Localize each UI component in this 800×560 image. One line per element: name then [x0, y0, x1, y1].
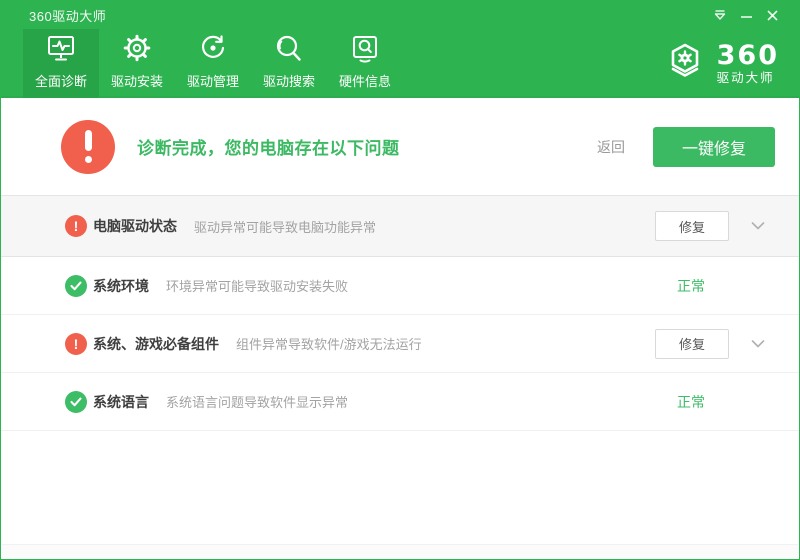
back-link[interactable]: 返回 [597, 137, 625, 157]
brand-logo: 360 驱动大师 [665, 29, 779, 98]
main-nav: 全面诊断 驱动安装 [1, 29, 799, 98]
issue-description: 组件异常导致软件/游戏无法运行 [236, 334, 422, 353]
fix-button[interactable]: 修复 [655, 329, 729, 359]
tab-full-diagnosis[interactable]: 全面诊断 [23, 29, 99, 98]
issue-title: 系统语言 [93, 392, 149, 412]
fix-all-button[interactable]: 一键修复 [653, 127, 775, 167]
footer-strip [2, 544, 798, 559]
issue-title: 系统、游戏必备组件 [93, 334, 219, 354]
status-normal-label: 正常 [653, 276, 729, 296]
issue-row-system-language: 系统语言 系统语言问题导致软件显示异常 正常 [1, 373, 799, 431]
tray-arrow-icon[interactable] [707, 3, 733, 27]
tab-hardware-info[interactable]: 硬件信息 [327, 29, 403, 98]
issue-row-system-env: 系统环境 环境异常可能导致驱动安装失败 正常 [1, 257, 799, 315]
tab-label: 全面诊断 [35, 71, 87, 90]
fix-button[interactable]: 修复 [655, 211, 729, 241]
ok-check-icon [65, 391, 87, 413]
issue-row-components: ! 系统、游戏必备组件 组件异常导致软件/游戏无法运行 修复 [1, 315, 799, 373]
gear-icon [121, 31, 153, 67]
tab-label: 驱动安装 [111, 71, 163, 90]
issue-list: ! 电脑驱动状态 驱动异常可能导致电脑功能异常 修复 系统环境 环境异常可能导致… [1, 196, 799, 431]
diagnosis-monitor-icon [45, 31, 77, 67]
tab-driver-manage[interactable]: 驱动管理 [175, 29, 251, 98]
hexagon-gear-icon [665, 38, 709, 89]
tab-driver-search[interactable]: 驱动搜索 [251, 29, 327, 98]
issue-row-driver-status: ! 电脑驱动状态 驱动异常可能导致电脑功能异常 修复 [1, 196, 799, 257]
tab-label: 驱动搜索 [263, 71, 315, 90]
search-icon [273, 31, 305, 67]
issue-description: 环境异常可能导致驱动安装失败 [166, 276, 348, 295]
issue-description: 驱动异常可能导致电脑功能异常 [194, 217, 376, 236]
tab-label: 驱动管理 [187, 71, 239, 90]
app-window: 360驱动大师 全面诊断 [0, 0, 800, 560]
title-bar: 360驱动大师 [1, 1, 799, 29]
diagnosis-header: 诊断完成，您的电脑存在以下问题 返回 一键修复 [1, 98, 799, 196]
issue-title: 系统环境 [93, 276, 149, 296]
alert-exclamation-icon [61, 120, 115, 174]
issue-title: 电脑驱动状态 [93, 216, 177, 236]
logo-brand-text: 360 [717, 42, 779, 69]
problem-exclamation-icon: ! [65, 215, 87, 237]
window-title: 360驱动大师 [29, 6, 106, 25]
tab-label: 硬件信息 [339, 71, 391, 90]
status-normal-label: 正常 [653, 392, 729, 412]
ok-check-icon [65, 275, 87, 297]
minimize-icon[interactable] [733, 3, 759, 27]
problem-exclamation-icon: ! [65, 333, 87, 355]
chevron-down-icon[interactable] [739, 222, 765, 230]
close-icon[interactable] [759, 3, 785, 27]
issue-description: 系统语言问题导致软件显示异常 [166, 392, 348, 411]
chevron-down-icon[interactable] [739, 340, 765, 348]
tab-driver-install[interactable]: 驱动安装 [99, 29, 175, 98]
logo-product-text: 驱动大师 [717, 72, 779, 85]
diagnosis-result-title: 诊断完成，您的电脑存在以下问题 [137, 134, 400, 159]
sync-icon [197, 31, 229, 67]
hardware-monitor-icon [349, 31, 381, 67]
